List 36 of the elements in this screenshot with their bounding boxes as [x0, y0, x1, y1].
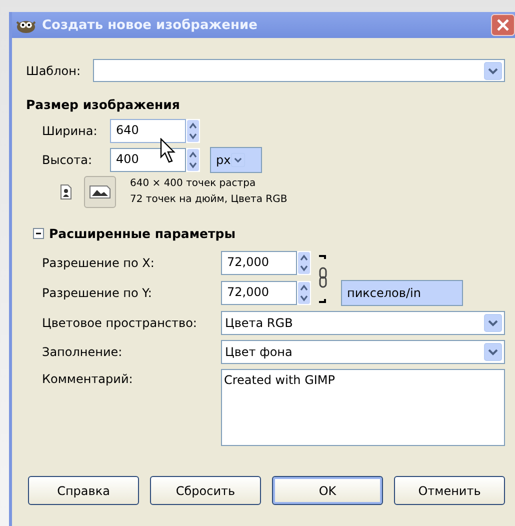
section-heading: Размер изображения [26, 97, 181, 112]
template-label: Шаблон: [26, 64, 82, 78]
dialog-button[interactable]: Отменить [394, 476, 505, 505]
spin-button[interactable] [297, 251, 311, 275]
landscape-icon [89, 184, 111, 200]
expander-label[interactable]: Расширенные параметры [49, 226, 236, 241]
portrait-icon [60, 184, 72, 200]
close-button[interactable] [491, 14, 515, 36]
template-dropdown[interactable] [93, 59, 505, 82]
resolution-unit-dropdown[interactable]: пикселов/in [341, 280, 463, 306]
spin-button[interactable] [186, 148, 200, 172]
width-label: Ширина: [42, 124, 98, 138]
dialog-button[interactable]: Сбросить [150, 476, 261, 505]
fill-dropdown[interactable]: Цвет фона [221, 340, 505, 364]
dialog-button[interactable]: OK [272, 476, 383, 505]
unit-dropdown[interactable]: px [210, 146, 262, 172]
x-resolution-field[interactable]: 72,000 [221, 251, 297, 275]
fill-label: Заполнение: [42, 345, 124, 359]
color-space-label: Цветовое пространство: [42, 316, 198, 330]
x-resolution-label: Разрешение по X: [42, 256, 156, 270]
mouse-cursor-icon [160, 138, 178, 164]
dialog-button[interactable]: Справка [28, 476, 139, 505]
collapse-icon[interactable] [33, 228, 44, 239]
color-space-dropdown[interactable]: Цвета RGB [221, 311, 505, 335]
window-title: Создать новое изображение [42, 18, 258, 32]
image-info-text: 640 × 400 точек растра [130, 177, 257, 191]
width-field[interactable]: 640 [110, 118, 186, 142]
height-label: Высота: [42, 152, 94, 166]
spin-button[interactable] [186, 118, 200, 142]
image-info-text: 72 точек на дюйм, Цвета RGB [130, 193, 288, 207]
y-resolution-field[interactable]: 72,000 [221, 281, 297, 305]
landscape-button[interactable] [84, 176, 116, 208]
y-resolution-label: Разрешение по Y: [42, 286, 153, 300]
spin-button[interactable] [297, 281, 311, 305]
comment-field[interactable]: Created with GIMP [221, 369, 505, 446]
comment-label: Комментарий: [42, 371, 134, 386]
